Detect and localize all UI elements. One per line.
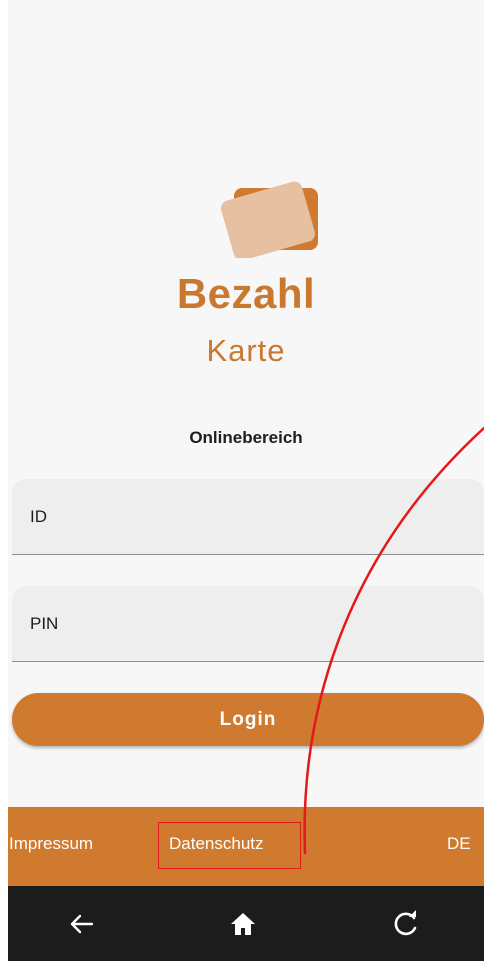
pin-input-label: PIN	[30, 614, 59, 633]
brand-name-line2: Karte	[206, 333, 286, 368]
footer-bar: Impressum Datenschutz DE	[8, 807, 484, 886]
home-icon[interactable]	[225, 906, 261, 942]
id-input[interactable]: ID	[12, 479, 484, 555]
login-button[interactable]: Login	[12, 693, 484, 746]
section-title: Onlinebereich	[189, 428, 303, 447]
impressum-link[interactable]: Impressum	[9, 834, 93, 854]
pin-input[interactable]: PIN	[12, 586, 484, 662]
system-navigation-bar	[8, 886, 484, 961]
card-stack-icon	[220, 181, 318, 258]
back-arrow-icon[interactable]	[64, 906, 100, 942]
language-selector[interactable]: DE	[447, 834, 471, 854]
annotation-highlight-box	[158, 822, 301, 869]
reload-icon[interactable]	[388, 906, 424, 942]
id-input-label: ID	[30, 507, 47, 526]
app-screen: Bezahl Karte Onlinebereich ID PIN Login …	[8, 0, 484, 961]
brand-name-line1: Bezahl	[176, 270, 316, 317]
